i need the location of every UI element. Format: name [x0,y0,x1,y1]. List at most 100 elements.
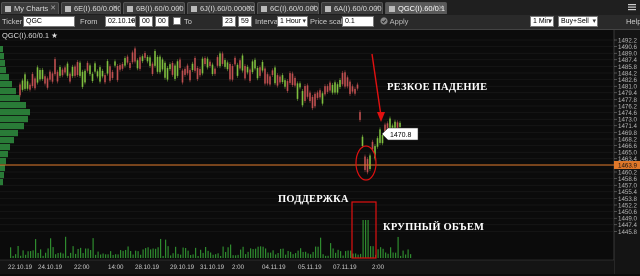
candle-body [231,65,234,80]
candle-body [66,63,69,76]
ticker-input[interactable]: QGC [23,16,75,27]
candle-body [46,78,49,88]
candle-body [399,122,401,127]
time-tick-label: 04.11.19 [262,264,286,271]
volume-profile-bar [0,137,14,144]
volume-bar [10,247,12,258]
volume-bar [320,237,322,258]
volume-bar [145,248,147,258]
volume-profile-bar [0,116,28,123]
candle-body [334,82,336,93]
candle-body [306,85,309,97]
volume-bar [297,250,299,258]
time-tick-label: 29.10.19 [170,264,195,271]
tab-6j[interactable]: 6J(I).60/0.000001 ✕ [187,2,255,14]
tab-6b[interactable]: 6B(I).60/0.0001 ✕ [123,2,185,14]
candle-body [116,66,119,81]
candle-body [89,65,91,75]
volume-bar [35,239,37,258]
close-icon[interactable]: ✕ [310,3,316,14]
candle-body [186,65,189,74]
candle-body [221,53,224,64]
volume-bar [102,253,104,258]
close-icon[interactable]: ✕ [246,3,252,14]
to-hour-input[interactable]: 23 [222,16,236,27]
price-scale-input[interactable]: 0.1 [342,16,374,27]
tab-my-charts[interactable]: My Charts ✕ [1,2,59,14]
volume-bar [402,250,404,258]
candle-body [236,64,239,76]
to-checkbox[interactable] [173,17,181,25]
to-label: To [184,17,192,26]
volume-bar [40,249,42,258]
candle-body [304,85,306,101]
candle-body [349,81,351,94]
close-icon[interactable]: ✕ [438,3,444,14]
volume-bar [140,254,142,258]
volume-bar [292,254,294,258]
candle-body [216,57,219,66]
candle-body [129,62,131,69]
volume-bar [15,254,17,258]
candle-body [254,59,256,69]
volume-bar [177,253,179,258]
from-minute-input[interactable]: 00 [155,16,169,27]
candle-body [151,63,154,74]
candle-body [181,70,184,83]
help-link[interactable]: Help [626,17,640,26]
volume-bar [350,250,352,258]
candle-body [224,60,226,67]
candle-body [56,71,59,82]
close-icon[interactable]: ✕ [374,3,380,14]
candle-body [364,156,366,170]
volume-bar [385,252,387,258]
toolbar: Ticker QGC From 02.10.19 00 00 To 23 59 … [0,15,640,30]
from-hour-input[interactable]: 00 [139,16,153,27]
volume-profile-bar [0,179,3,186]
candle-body [94,63,96,72]
volume-bar [142,249,144,258]
chart-area[interactable]: 1492.2 1490.6 1489.0 1487.4 1485.8 1484.2 1482… [0,30,640,274]
candle-body [39,70,41,80]
tab-6a[interactable]: 6A(I).60/0.0001 ✕ [321,2,383,14]
volume-bar [122,250,124,258]
candle-body [356,84,359,89]
volume-bar [270,252,272,258]
interval-select[interactable]: 1 Hour [277,16,308,27]
menu-icon[interactable] [627,2,637,12]
tab-6e[interactable]: 6E(I).60/0.0001 ✕ [61,2,121,14]
volume-bar [345,251,347,258]
volume-profile-bar [0,81,12,88]
price-chart[interactable]: 1492.21490.61489.01487.41485.81484.21482… [0,30,640,274]
volume-bar [190,255,192,258]
volume-bar [82,253,84,258]
to-minute-input[interactable]: 59 [238,16,252,27]
volume-bar [382,248,384,258]
plot-background[interactable] [0,30,614,260]
volume-bar [352,253,354,258]
apply-button[interactable]: Apply [380,16,408,27]
close-icon[interactable]: ✕ [176,3,182,14]
candle-body [326,86,329,92]
close-icon[interactable]: ✕ [50,3,56,14]
volume-bar [317,246,319,258]
candle-body [31,74,34,87]
volume-profile-bar [0,46,3,53]
volume-bar [212,254,214,258]
volume-bar [32,250,34,258]
candle-body [296,83,299,99]
close-icon[interactable]: ✕ [112,3,118,14]
volume-bar [410,254,412,258]
side-select[interactable]: Buy+Sell [558,16,598,27]
volume-bar [260,246,262,258]
candle-body [226,62,229,70]
from-date-picker[interactable]: 02.10.19 [105,16,136,27]
annotation-support: ПОДДЕРЖКА [278,194,349,205]
candle-body [126,56,129,63]
tab-6c[interactable]: 6C(I).60/0.0001 ✕ [257,2,319,14]
volume-bar [307,253,309,258]
candle-body [86,62,89,71]
tab-qgc[interactable]: QGC(I).60/0.1 ✕ [385,2,447,14]
timeframe-select[interactable]: 1 Min [530,16,554,27]
volume-bar [305,251,307,258]
